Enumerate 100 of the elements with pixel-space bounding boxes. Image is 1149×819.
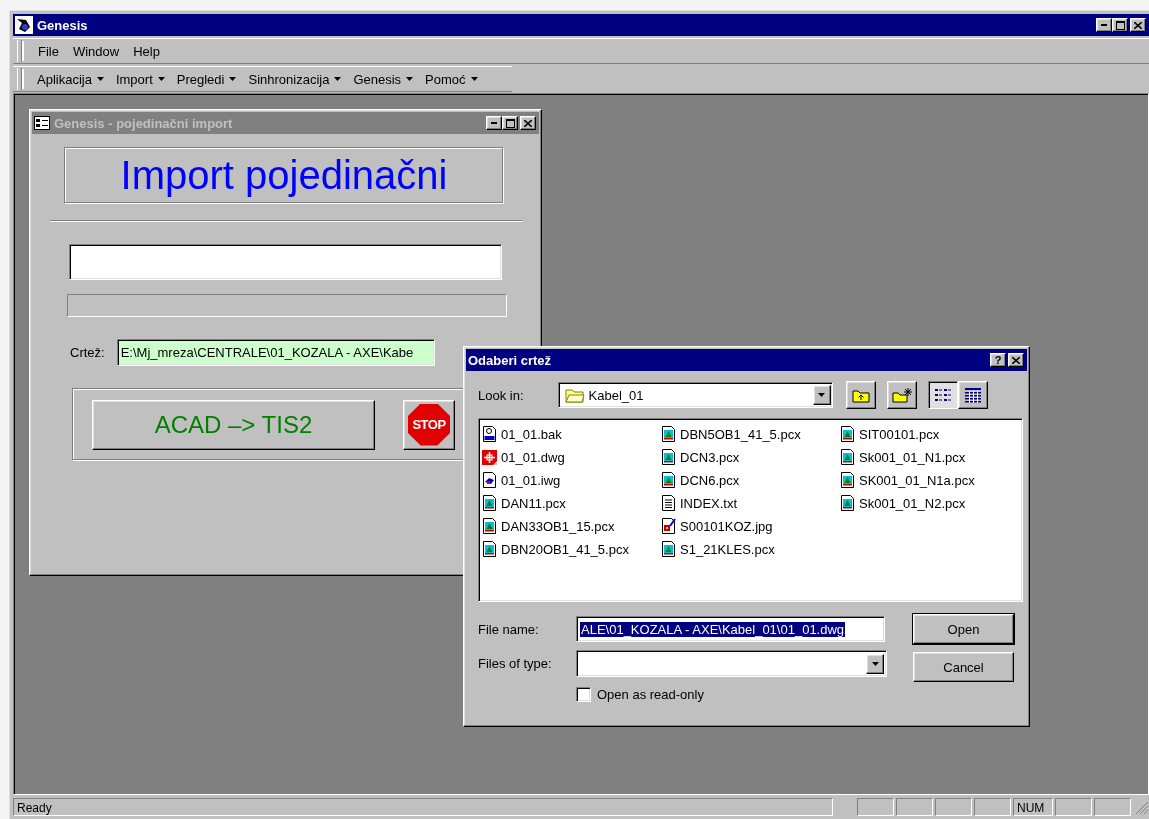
toolbar-grip[interactable]: [17, 40, 22, 62]
image-file-icon: [661, 449, 677, 466]
toolbar-menu-button[interactable]: Pregledi: [171, 69, 242, 89]
file-name[interactable]: 01_01.bak: [501, 427, 562, 442]
minimize-button[interactable]: [486, 116, 502, 130]
image-file-icon: [482, 541, 498, 558]
minimize-icon: [1101, 24, 1107, 26]
image-file-icon: [482, 518, 498, 535]
window-title: Genesis: [37, 17, 89, 33]
close-button[interactable]: [1130, 18, 1146, 32]
new-folder-button[interactable]: [886, 381, 917, 409]
maximize-button[interactable]: [502, 116, 518, 130]
file-type-label: Files of type:: [478, 656, 553, 671]
caret-icon: [229, 77, 237, 81]
image-file-icon: [482, 495, 498, 512]
file-name[interactable]: DCN6.pcx: [680, 473, 740, 488]
close-icon: [1012, 356, 1020, 364]
caret-icon: [334, 77, 342, 81]
status-panel: [974, 798, 1011, 816]
drawing-file-icon: [482, 449, 498, 466]
file-name[interactable]: INDEX.txt: [680, 496, 738, 511]
status-text: Ready: [13, 798, 833, 816]
up-folder-button[interactable]: [845, 381, 876, 409]
toolbar-menu-button[interactable]: Sinhronizacija: [243, 69, 347, 89]
close-button[interactable]: [1008, 353, 1024, 367]
image-file-icon: [840, 449, 856, 466]
file-name[interactable]: Sk001_01_N2.pcx: [859, 496, 966, 511]
status-panel: [857, 798, 894, 816]
status-indicator: NUM: [1013, 798, 1053, 816]
file-name[interactable]: DCN3.pcx: [680, 450, 740, 465]
image-file-icon: [661, 472, 677, 489]
status-panel: [1055, 798, 1092, 816]
toolbar-menu-button[interactable]: Pomoć: [420, 69, 483, 89]
image-file-icon: [840, 426, 856, 443]
file-name[interactable]: SK001_01_N1a.pcx: [859, 473, 975, 488]
image-file-icon: [661, 541, 677, 558]
status-panel: [896, 798, 933, 816]
file-name[interactable]: SIT00101.pcx: [859, 427, 940, 442]
caret-icon: [406, 77, 414, 81]
maximize-icon: [1115, 20, 1125, 30]
view-button[interactable]: [927, 381, 958, 409]
drawing-label: Crtež:: [70, 345, 105, 360]
file-icon: [482, 472, 498, 489]
image-file-icon: [840, 472, 856, 489]
caret-icon: [157, 77, 165, 81]
toolbar-menu-button[interactable]: Import: [110, 69, 170, 89]
file-name[interactable]: DBN5OB1_41_5.pcx: [680, 427, 801, 442]
input-field[interactable]: [69, 244, 502, 280]
file-name[interactable]: 01_01.iwg: [501, 473, 561, 488]
stop-button[interactable]: STOP: [403, 399, 455, 450]
toolbar-grip[interactable]: [17, 68, 22, 90]
form-icon: [34, 116, 50, 130]
file-name[interactable]: DBN20OB1_41_5.pcx: [501, 542, 629, 557]
toolbar-menu-button[interactable]: Genesis: [348, 69, 419, 89]
file-name[interactable]: 01_01.dwg: [501, 450, 565, 465]
heading: Import pojedinačni: [120, 153, 448, 198]
menu-item[interactable]: Help: [127, 41, 166, 61]
toolbar-menu-button[interactable]: Aplikacija: [32, 69, 109, 89]
file-name[interactable]: Sk001_01_N1.pcx: [859, 450, 966, 465]
folder-dropdown[interactable]: Kabel_01: [557, 382, 833, 408]
look-in-label: Look in:: [478, 387, 524, 403]
menu-item[interactable]: Window: [66, 41, 126, 61]
caret-icon: [470, 77, 478, 81]
image-file-icon: [840, 495, 856, 512]
dropdown-button[interactable]: [812, 385, 831, 405]
drawing-path-field[interactable]: E:\Mj_mreza\CENTRALE\01_KOZALA - AXE\Kabe: [116, 339, 435, 366]
status-panel: [935, 798, 972, 816]
app-logo-icon: [15, 16, 33, 34]
file-name[interactable]: S00101KOZ.jpg: [680, 519, 773, 534]
window-title: Genesis - pojedinačni import: [54, 115, 234, 131]
status-panel: [1094, 798, 1131, 816]
caret-icon: [818, 393, 826, 397]
file-type-dropdown[interactable]: [576, 650, 887, 677]
help-button[interactable]: ?: [990, 353, 1006, 367]
backup-file-icon: [482, 426, 498, 443]
file-name-label: File name:: [478, 621, 540, 637]
image-file-icon: [661, 426, 677, 443]
file-name[interactable]: DAN11.pcx: [501, 496, 566, 511]
folder-icon: [564, 387, 585, 403]
cancel-button[interactable]: Cancel: [913, 652, 1014, 682]
close-button[interactable]: [520, 116, 536, 130]
list-view-icon: [933, 388, 952, 402]
close-icon: [1134, 21, 1142, 29]
maximize-button[interactable]: [1112, 18, 1128, 32]
maximize-icon: [505, 118, 515, 128]
new-folder-icon: [891, 387, 912, 403]
dropdown-button[interactable]: [866, 653, 884, 674]
menu-item[interactable]: File: [32, 41, 65, 61]
checkbox[interactable]: [576, 687, 591, 702]
open-button[interactable]: Open: [913, 614, 1014, 644]
file-name-field[interactable]: ALE\01_KOZALA - AXE\Kabel_01\01_01.dwg: [576, 616, 885, 642]
resize-grip-icon: [1133, 799, 1149, 815]
file-name[interactable]: DAN33OB1_15.pcx: [501, 519, 615, 534]
dialog-title: Odaberi crtež: [468, 352, 553, 368]
caret-icon: [96, 77, 104, 81]
image-file-icon: [661, 518, 677, 535]
folder-name: Kabel_01: [588, 387, 645, 403]
read-only-label: Open as read-only: [597, 687, 704, 702]
file-name[interactable]: S1_21KLES.pcx: [680, 542, 775, 557]
minimize-button[interactable]: [1096, 18, 1112, 32]
